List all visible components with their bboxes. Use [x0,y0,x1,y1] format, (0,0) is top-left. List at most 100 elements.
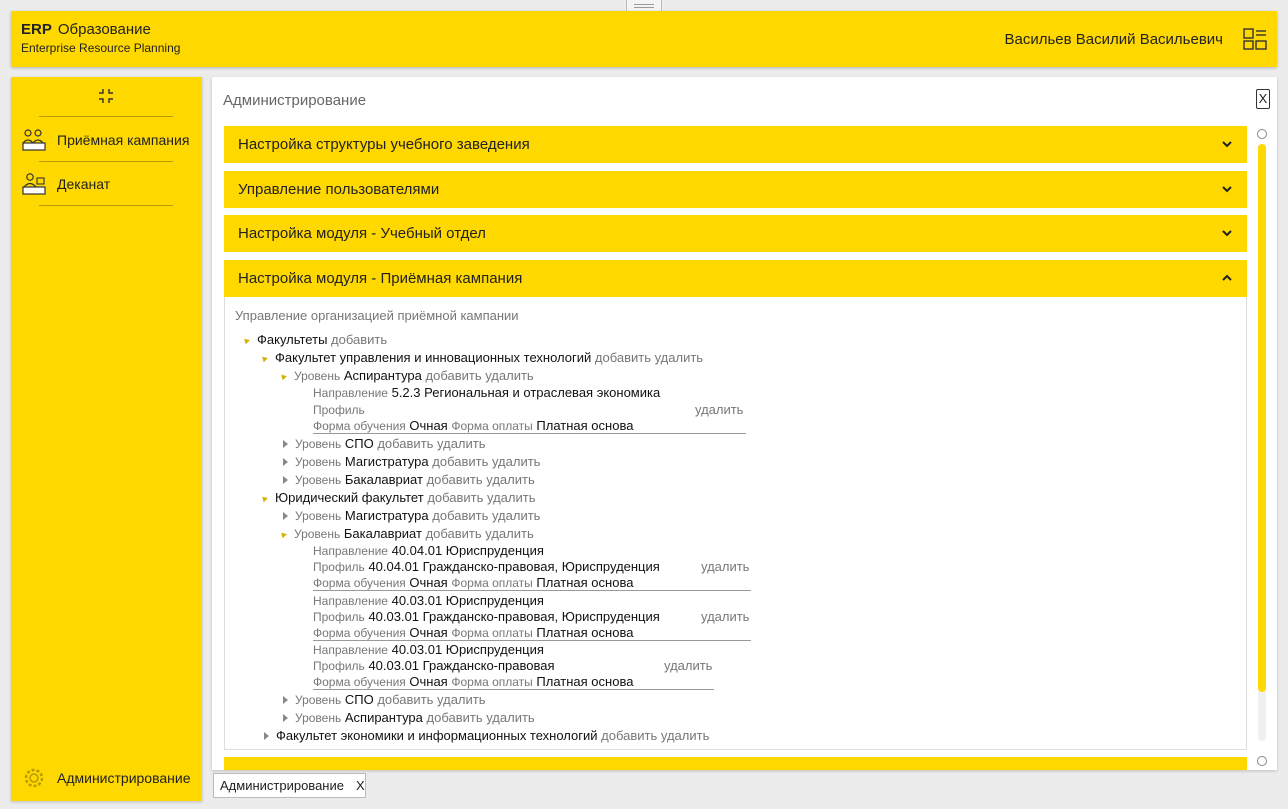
delete-link[interactable]: удалить [437,692,485,707]
add-link[interactable]: добавить [331,332,387,347]
tab-administration[interactable]: Администрирование X [213,773,366,798]
sidebar-item-deanery[interactable]: Деканат [21,167,196,201]
delete-link[interactable]: удалить [486,710,534,725]
chevron-down-icon [1222,186,1232,193]
expanded-icon[interactable] [260,494,268,503]
delete-link[interactable]: удалить [701,609,749,624]
tree-node-label: Юридический факультет [275,490,424,505]
page-title: Администрирование [223,92,367,109]
brand-title: Образование [57,21,151,38]
add-link[interactable]: добавить [426,526,482,541]
tree-node-label: Бакалавриат [344,472,423,487]
expanded-icon[interactable] [242,336,250,345]
tree-level: Уровень Бакалавриат добавить удалить [283,472,535,487]
user-name[interactable]: Васильев Василий Васильевич [1005,31,1223,48]
add-link[interactable]: добавить [377,692,433,707]
add-link[interactable]: добавить [595,350,651,365]
tree-node-label: СПО [344,692,374,707]
expanded-icon[interactable] [260,354,268,363]
program-direction: Направление 5.2.3 Региональная и отрасле… [313,385,660,400]
field-label: Направление [313,643,388,657]
sidebar-item-label: Деканат [57,176,111,192]
tree-node-label: Магистратура [344,454,429,469]
close-button[interactable]: X [1256,89,1270,109]
delete-link[interactable]: удалить [695,402,743,417]
collapsed-icon[interactable] [283,696,288,704]
delete-link[interactable]: удалить [486,472,534,487]
delete-link[interactable]: удалить [701,559,749,574]
delete-link[interactable]: удалить [485,526,533,541]
sidebar-separator [39,205,173,206]
field-label: Профиль [313,610,365,624]
program-divider [313,640,751,641]
tree-level: Уровень Бакалавриат добавить удалить [279,526,534,541]
field-label: Уровень [295,473,342,487]
add-link[interactable]: добавить [427,710,483,725]
delete-link[interactable]: удалить [492,508,540,523]
delete-link[interactable]: удалить [655,350,703,365]
delete-link[interactable]: удалить [485,368,533,383]
collapse-icon[interactable] [97,87,115,105]
layout-switch-icon[interactable] [1243,27,1267,51]
field-label: Уровень [294,527,341,541]
scroll-track[interactable] [1258,144,1266,741]
accordion-users[interactable]: Управление пользователями [224,171,1247,208]
delete-link[interactable]: удалить [487,490,535,505]
program-profile: Профиль 40.03.01 Гражданско-правовая, Юр… [313,609,660,624]
delete-link-label: удалить [701,559,750,574]
add-link[interactable]: добавить [601,728,657,743]
brand: ERP Образование Enterprise Resource Plann… [21,21,180,55]
scroll-up-button[interactable] [1257,129,1267,139]
program-forms: Форма обучения Очная Форма оплаты Платна… [313,575,633,590]
accordion-next-partial[interactable] [224,757,1247,770]
field-label: Форма обучения [313,419,406,433]
field-label: Форма оплаты [451,675,533,689]
tree-node-label: Факультет управления и инновационных тех… [275,350,592,365]
add-link[interactable]: добавить [426,368,482,383]
accordion-label: Настройка модуля - Учебный отдел [238,225,486,242]
add-link[interactable]: добавить [432,508,488,523]
expanded-icon[interactable] [279,530,287,539]
program-value: Платная основа [536,575,634,590]
accordion-structure[interactable]: Настройка структуры учебного заведения [224,126,1247,163]
tab-close-button[interactable]: X [356,778,365,793]
accordion-study-office[interactable]: Настройка модуля - Учебный отдел [224,215,1247,252]
sidebar-item-administration[interactable]: Администрирование [21,761,196,795]
program-value: 5.2.3 Региональная и отраслевая экономик… [391,385,661,400]
vertical-scrollbar[interactable] [1257,129,1267,766]
sidebar: Приёмная кампания Деканат Администрирова… [11,77,202,801]
collapsed-icon[interactable] [283,458,288,466]
add-link[interactable]: добавить [377,436,433,451]
collapsed-icon[interactable] [283,714,288,722]
add-link[interactable]: добавить [432,454,488,469]
add-link[interactable]: добавить [427,472,483,487]
field-label: Профиль [313,403,365,417]
field-label: Направление [313,386,388,400]
tree-level: Уровень СПО добавить удалить [283,436,486,451]
scroll-down-button[interactable] [1257,756,1267,766]
field-label: Форма обучения [313,675,406,689]
field-label: Форма оплаты [451,626,533,640]
gear-icon [24,768,44,788]
accordion-admission[interactable]: Настройка модуля - Приёмная кампания [224,260,1247,297]
delete-link[interactable]: удалить [492,454,540,469]
delete-link[interactable]: удалить [664,658,712,673]
delete-link[interactable]: удалить [661,728,709,743]
tree-node-label: Факультеты [257,332,328,347]
accordion-label: Управление пользователями [238,181,440,198]
sidebar-separator [39,161,173,162]
sidebar-item-admission[interactable]: Приёмная кампания [21,123,196,157]
brand-short: ERP [21,21,52,38]
add-link[interactable]: добавить [427,490,483,505]
delete-link[interactable]: удалить [437,436,485,451]
collapsed-icon[interactable] [283,440,288,448]
scroll-thumb[interactable] [1258,144,1266,692]
collapsed-icon[interactable] [283,476,288,484]
collapsed-icon[interactable] [264,732,269,740]
chevron-down-icon [1222,141,1232,148]
program-value: Очная [409,625,448,640]
collapsed-icon[interactable] [283,512,288,520]
program-value: Очная [409,418,448,433]
field-label: Уровень [295,437,342,451]
expanded-icon[interactable] [279,372,287,381]
